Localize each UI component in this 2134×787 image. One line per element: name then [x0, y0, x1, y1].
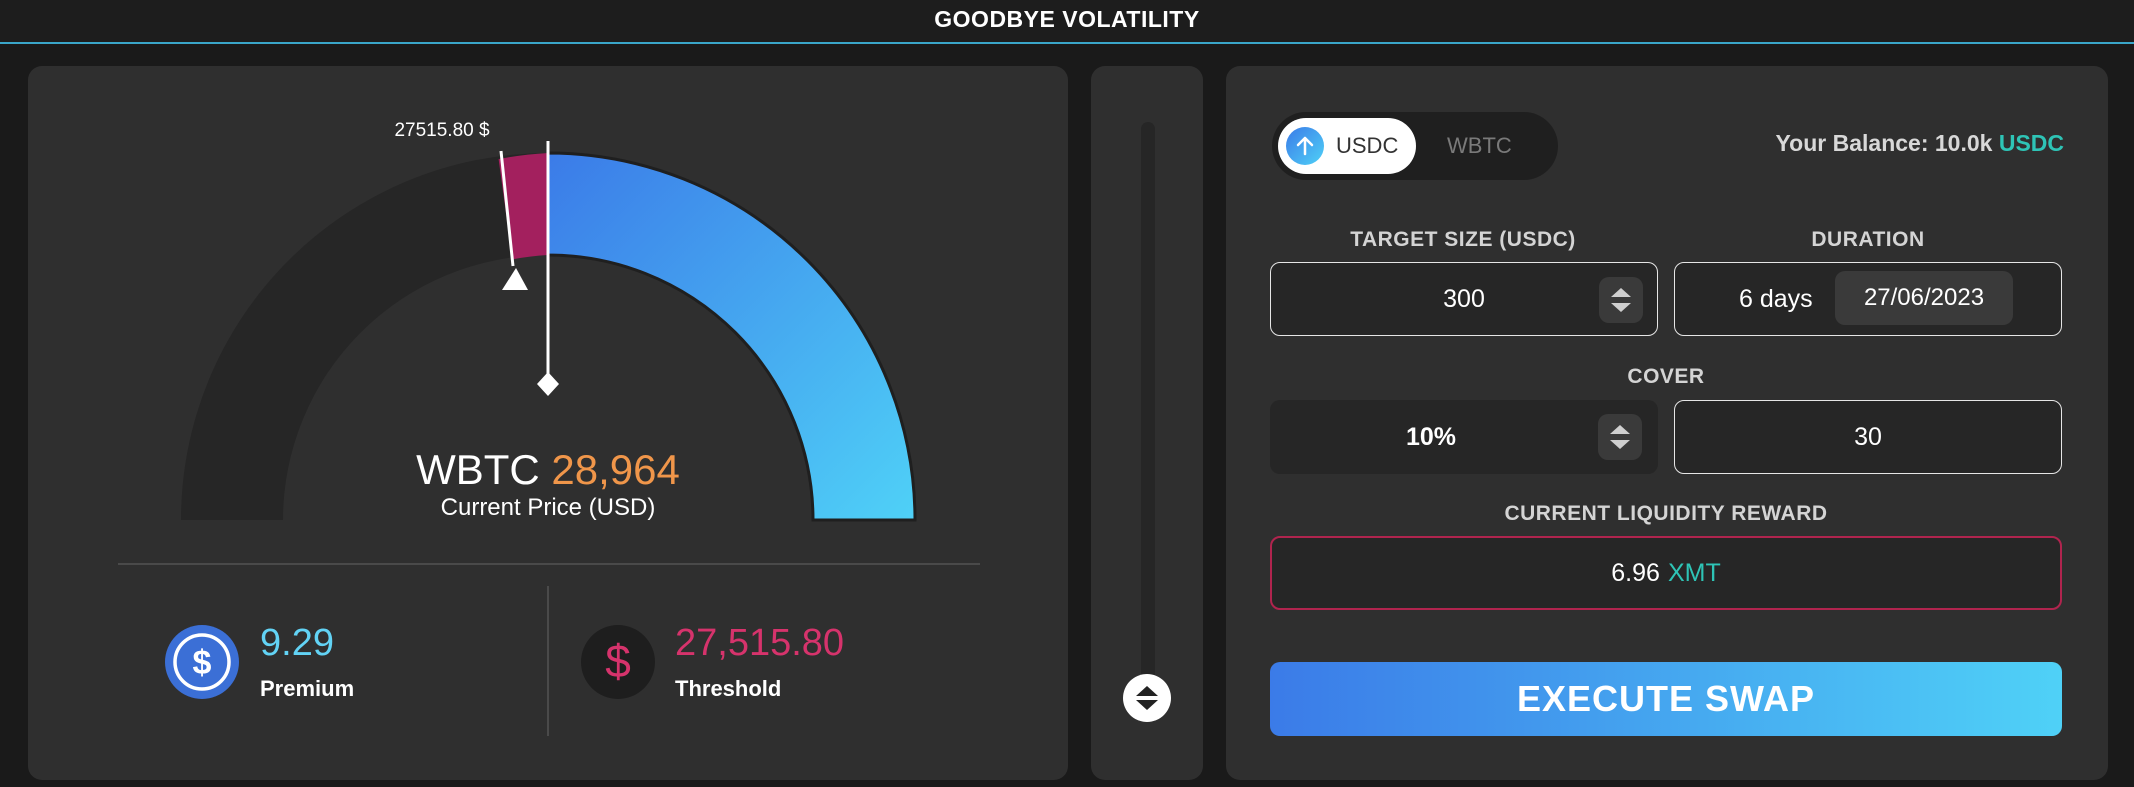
price-value: 28,964 — [551, 446, 680, 493]
duration-field[interactable]: 6 days 27/06/2023 — [1674, 262, 2062, 336]
target-size-label: TARGET SIZE (USDC) — [1350, 228, 1576, 251]
chevron-up-down-icon — [1610, 425, 1630, 449]
reward-label: CURRENT LIQUIDITY REWARD — [1504, 502, 1828, 525]
target-size-value: 300 — [1443, 284, 1485, 313]
cover-label: COVER — [1627, 365, 1705, 388]
vertical-slider-panel — [1091, 66, 1203, 780]
price-gauge-panel: 27515.80 $ WBTC 28,964 Current Price (US… — [28, 66, 1068, 780]
reward-value: 6.96 — [1611, 558, 1660, 587]
threshold-label: Threshold — [675, 676, 782, 701]
toggle-option-wbtc[interactable]: WBTC — [1447, 112, 1512, 180]
price-caption: Current Price (USD) — [440, 494, 656, 521]
premium-label: Premium — [260, 676, 355, 701]
svg-text:$: $ — [193, 644, 212, 682]
threshold-marker-label: 27515.80 $ — [394, 120, 490, 141]
divider — [547, 586, 549, 736]
slider-track[interactable] — [1141, 122, 1155, 682]
liquidity-reward-display: 6.96 XMT — [1270, 536, 2062, 610]
reward-currency: XMT — [1667, 558, 1721, 587]
cover-percent-stepper[interactable] — [1598, 414, 1642, 460]
execute-swap-button[interactable]: EXECUTE SWAP — [1270, 662, 2062, 736]
currency-toggle[interactable]: USDC WBTC — [1272, 112, 1558, 180]
price-marker-icon — [537, 372, 559, 396]
threshold-value: 27,515.80 — [675, 622, 845, 664]
usdc-coin-icon: $ — [165, 625, 239, 699]
divider — [118, 563, 980, 565]
cover-amount-field[interactable]: 30 — [1674, 400, 2062, 474]
threshold-arrow-icon — [502, 268, 528, 290]
arrow-up-icon — [1286, 127, 1324, 165]
svg-text:$: $ — [605, 635, 631, 687]
chevron-up-down-icon — [1611, 288, 1631, 312]
slider-knob[interactable] — [1123, 674, 1171, 722]
current-price: WBTC 28,964 — [28, 446, 1068, 494]
swap-form-panel: USDC WBTC Your Balance: 10.0k USDC TARGE… — [1226, 66, 2108, 780]
balance-text: Your Balance: 10.0k — [1775, 130, 1993, 156]
dollar-icon: $ — [581, 625, 655, 699]
asset-symbol: WBTC — [416, 446, 540, 493]
balance-currency: USDC — [1998, 130, 2064, 156]
target-size-stepper[interactable] — [1599, 277, 1643, 323]
chevron-up-down-icon — [1136, 686, 1158, 710]
balance-display: Your Balance: 10.0k USDC — [1776, 130, 2064, 157]
cover-amount-value: 30 — [1854, 422, 1882, 451]
cover-percent-value: 10% — [1405, 422, 1457, 451]
duration-days: 6 days — [1739, 285, 1813, 313]
premium-value: 9.29 — [260, 622, 334, 664]
cover-percent-field[interactable]: 10% — [1270, 400, 1658, 474]
page-title: GOODBYE VOLATILITY — [934, 6, 1200, 32]
duration-label: DURATION — [1811, 228, 1925, 251]
toggle-selected-label: USDC — [1336, 133, 1399, 158]
toggle-option-usdc[interactable]: USDC — [1278, 118, 1416, 174]
date-picker[interactable]: 27/06/2023 — [1835, 271, 2013, 325]
top-bar: GOODBYE VOLATILITY — [0, 0, 2134, 44]
target-size-field[interactable]: 300 — [1270, 262, 1658, 336]
